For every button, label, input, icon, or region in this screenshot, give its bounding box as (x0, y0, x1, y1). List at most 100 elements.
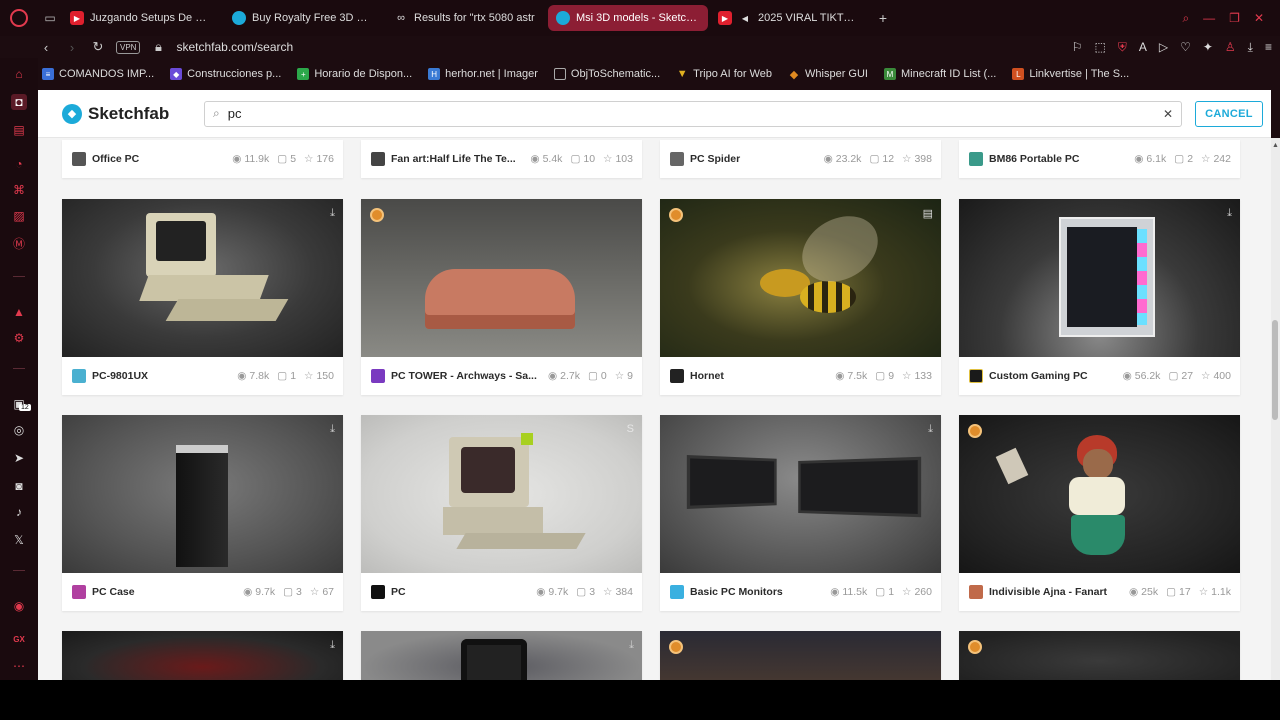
tab-3-active[interactable]: Msi 3D models - Sketchfa (548, 5, 708, 31)
vpn-badge[interactable]: VPN (116, 40, 141, 54)
model-card[interactable]: PC Spider ◉ 23.2k ▢ 12 ☆ 398 (660, 140, 941, 178)
model-card[interactable]: ⤓ Custom Gaming PC ◉ 56.2k ▢ 27 ☆ 400 (959, 199, 1240, 395)
clear-search-icon[interactable]: ✕ (1163, 107, 1173, 121)
cancel-button[interactable]: CANCEL (1195, 100, 1263, 127)
snapshot-icon[interactable]: ⬚ (1094, 40, 1105, 55)
adblock-icon[interactable]: ⛨ (1118, 40, 1127, 55)
model-title[interactable]: Custom Gaming PC (989, 370, 1123, 382)
model-thumbnail[interactable]: ▤ (660, 199, 941, 357)
scroll-up-icon[interactable]: ▲ (1272, 142, 1279, 149)
model-thumbnail[interactable]: ⤓ (62, 631, 343, 680)
model-title[interactable]: Basic PC Monitors (690, 586, 830, 598)
stripes-icon[interactable]: ▨ (11, 208, 27, 224)
model-card[interactable] (660, 631, 941, 680)
model-card[interactable]: ▤ Hornet ◉ 7.5k ▢ 9 ☆ 133 (660, 199, 941, 395)
model-thumbnail[interactable]: S (361, 415, 642, 573)
tab-2[interactable]: ∞ Results for "rtx 5080 astr (386, 5, 546, 31)
tab-0[interactable]: ▶ Juzgando Setups De OTR (62, 5, 222, 31)
model-thumbnail[interactable]: ⤓ (62, 199, 343, 357)
model-card[interactable]: S PC ◉ 9.7k ▢ 3 ☆ 384 (361, 415, 642, 611)
bookmark-item[interactable]: ◆ Construcciones p... (170, 68, 281, 80)
settings-icon[interactable]: ⚙ (11, 330, 27, 346)
download-icon[interactable]: S (627, 423, 634, 435)
opera-logo-icon[interactable] (0, 0, 38, 36)
profile-icon[interactable]: ♙ (1225, 40, 1236, 55)
model-title[interactable]: Fan art:Half Life The Te... (391, 153, 530, 165)
tiktok-icon[interactable]: ♪ (11, 504, 27, 520)
instagram-icon[interactable]: ◙ (11, 478, 27, 494)
sketchfab-logo[interactable]: ◆ Sketchfab (62, 103, 182, 124)
translate-icon[interactable]: A (1139, 40, 1147, 55)
menu-icon[interactable]: ≡ (1265, 40, 1272, 55)
model-title[interactable]: PC Spider (690, 153, 824, 165)
bookmark-icon[interactable]: ⚐ (1072, 40, 1083, 55)
m-icon[interactable]: Ⓜ (11, 236, 27, 252)
model-card[interactable]: ⤓ (62, 631, 343, 680)
minimize-icon[interactable]: — (1203, 11, 1215, 26)
model-card[interactable]: Indivisible Ajna - Fanart ◉ 25k ▢ 17 ☆ 1.1k (959, 415, 1240, 611)
model-card[interactable]: ⤓ PC-9801UX ◉ 7.8k ▢ 1 ☆ 150 (62, 199, 343, 395)
bookmark-item[interactable]: Hherhor.net | Imager (428, 68, 538, 80)
url-field[interactable]: sketchfab.com/search (176, 40, 293, 54)
model-title[interactable]: Hornet (690, 370, 835, 382)
gamepad-icon[interactable]: ◘ (11, 94, 27, 110)
download-icon[interactable]: ⤓ (1248, 40, 1253, 55)
model-card[interactable]: ⤓ PC Case ◉ 9.7k ▢ 3 ☆ 67 (62, 415, 343, 611)
bookmark-item[interactable]: L Linkvertise | The S... (1012, 68, 1129, 80)
bookmark-item[interactable]: + Horario de Dispon... (297, 68, 412, 80)
model-thumbnail[interactable] (361, 199, 642, 357)
close-icon[interactable]: ✕ (1254, 11, 1264, 26)
model-card[interactable]: Fan art:Half Life The Te... ◉ 5.4k ▢ 10 ☆ 103 (361, 140, 642, 178)
search-input[interactable]: ⌕ pc ✕ (204, 100, 1182, 127)
more-icon[interactable]: ⋯ (11, 658, 27, 674)
model-thumbnail[interactable]: ⤓ (361, 631, 642, 680)
x-icon[interactable]: 𝕏 (11, 532, 27, 548)
telegram-icon[interactable]: ➤ (11, 450, 27, 466)
bag-icon[interactable]: ⌘ (11, 182, 27, 198)
model-thumbnail[interactable] (660, 631, 941, 680)
model-card[interactable] (959, 631, 1240, 680)
model-card[interactable]: ⤓ (361, 631, 642, 680)
model-thumbnail[interactable]: ⤓ (959, 199, 1240, 357)
player-icon[interactable]: ▷ (1159, 40, 1168, 55)
model-title[interactable]: Office PC (92, 153, 232, 165)
model-thumbnail[interactable] (959, 631, 1240, 680)
model-title[interactable]: PC-9801UX (92, 370, 237, 382)
model-card[interactable]: ⤓ Basic PC Monitors ◉ 11.5k ▢ 1 ☆ 260 (660, 415, 941, 611)
forward-icon[interactable]: › (64, 40, 80, 55)
model-title[interactable]: Indivisible Ajna - Fanart (989, 586, 1129, 598)
tab-1[interactable]: Buy Royalty Free 3D mod (224, 5, 384, 31)
whatsapp-icon[interactable]: ◎ (11, 422, 27, 438)
back-icon[interactable]: ‹ (38, 40, 54, 55)
extensions-icon[interactable]: ✦ (1203, 40, 1213, 55)
speed-icon[interactable]: ◔ (11, 156, 27, 172)
home-icon[interactable]: ⌂ (11, 66, 27, 82)
reload-icon[interactable]: ↻ (90, 39, 106, 55)
download-icon[interactable]: ⤓ (1227, 207, 1232, 220)
model-thumbnail[interactable] (959, 415, 1240, 573)
bookmark-item[interactable]: ObjToSchematic... (553, 68, 660, 80)
search-tabs-icon[interactable]: ⌕ (1182, 11, 1189, 26)
model-card[interactable]: Office PC ◉ 11.9k ▢ 5 ☆ 176 (62, 140, 343, 178)
download-icon[interactable]: ⤓ (629, 639, 634, 652)
workspace-icon[interactable]: ▭ (38, 0, 62, 36)
download-icon[interactable]: ⤓ (928, 423, 933, 436)
model-thumbnail[interactable]: ⤓ (660, 415, 941, 573)
model-thumbnail[interactable]: ⤓ (62, 415, 343, 573)
model-title[interactable]: PC Case (92, 586, 243, 598)
new-tab-button[interactable]: + (872, 10, 894, 26)
heart-icon[interactable]: ♡ (1180, 40, 1191, 55)
news-icon[interactable]: ▤ (11, 122, 27, 138)
download-icon[interactable]: ⤓ (330, 423, 335, 436)
gx-label[interactable]: GX (11, 632, 27, 648)
aria-icon[interactable]: ▲ (11, 304, 27, 320)
bookmark-item[interactable]: ≡ COMANDOS IMP... (42, 68, 154, 80)
bookmark-item[interactable]: M Minecraft ID List (... (884, 68, 996, 80)
tab-4[interactable]: ▶ ◀ 2025 VIRAL TIKTOK P (710, 5, 870, 31)
bookmark-item[interactable]: ▼ Tripo AI for Web (676, 68, 772, 80)
spotify-icon[interactable]: ◉ (11, 598, 27, 614)
restore-icon[interactable]: ❐ (1229, 11, 1240, 26)
scrollbar-thumb[interactable] (1272, 320, 1278, 420)
model-card[interactable]: BM86 Portable PC ◉ 6.1k ▢ 2 ☆ 242 (959, 140, 1240, 178)
bookmark-item[interactable]: ◆ Whisper GUI (788, 68, 868, 81)
